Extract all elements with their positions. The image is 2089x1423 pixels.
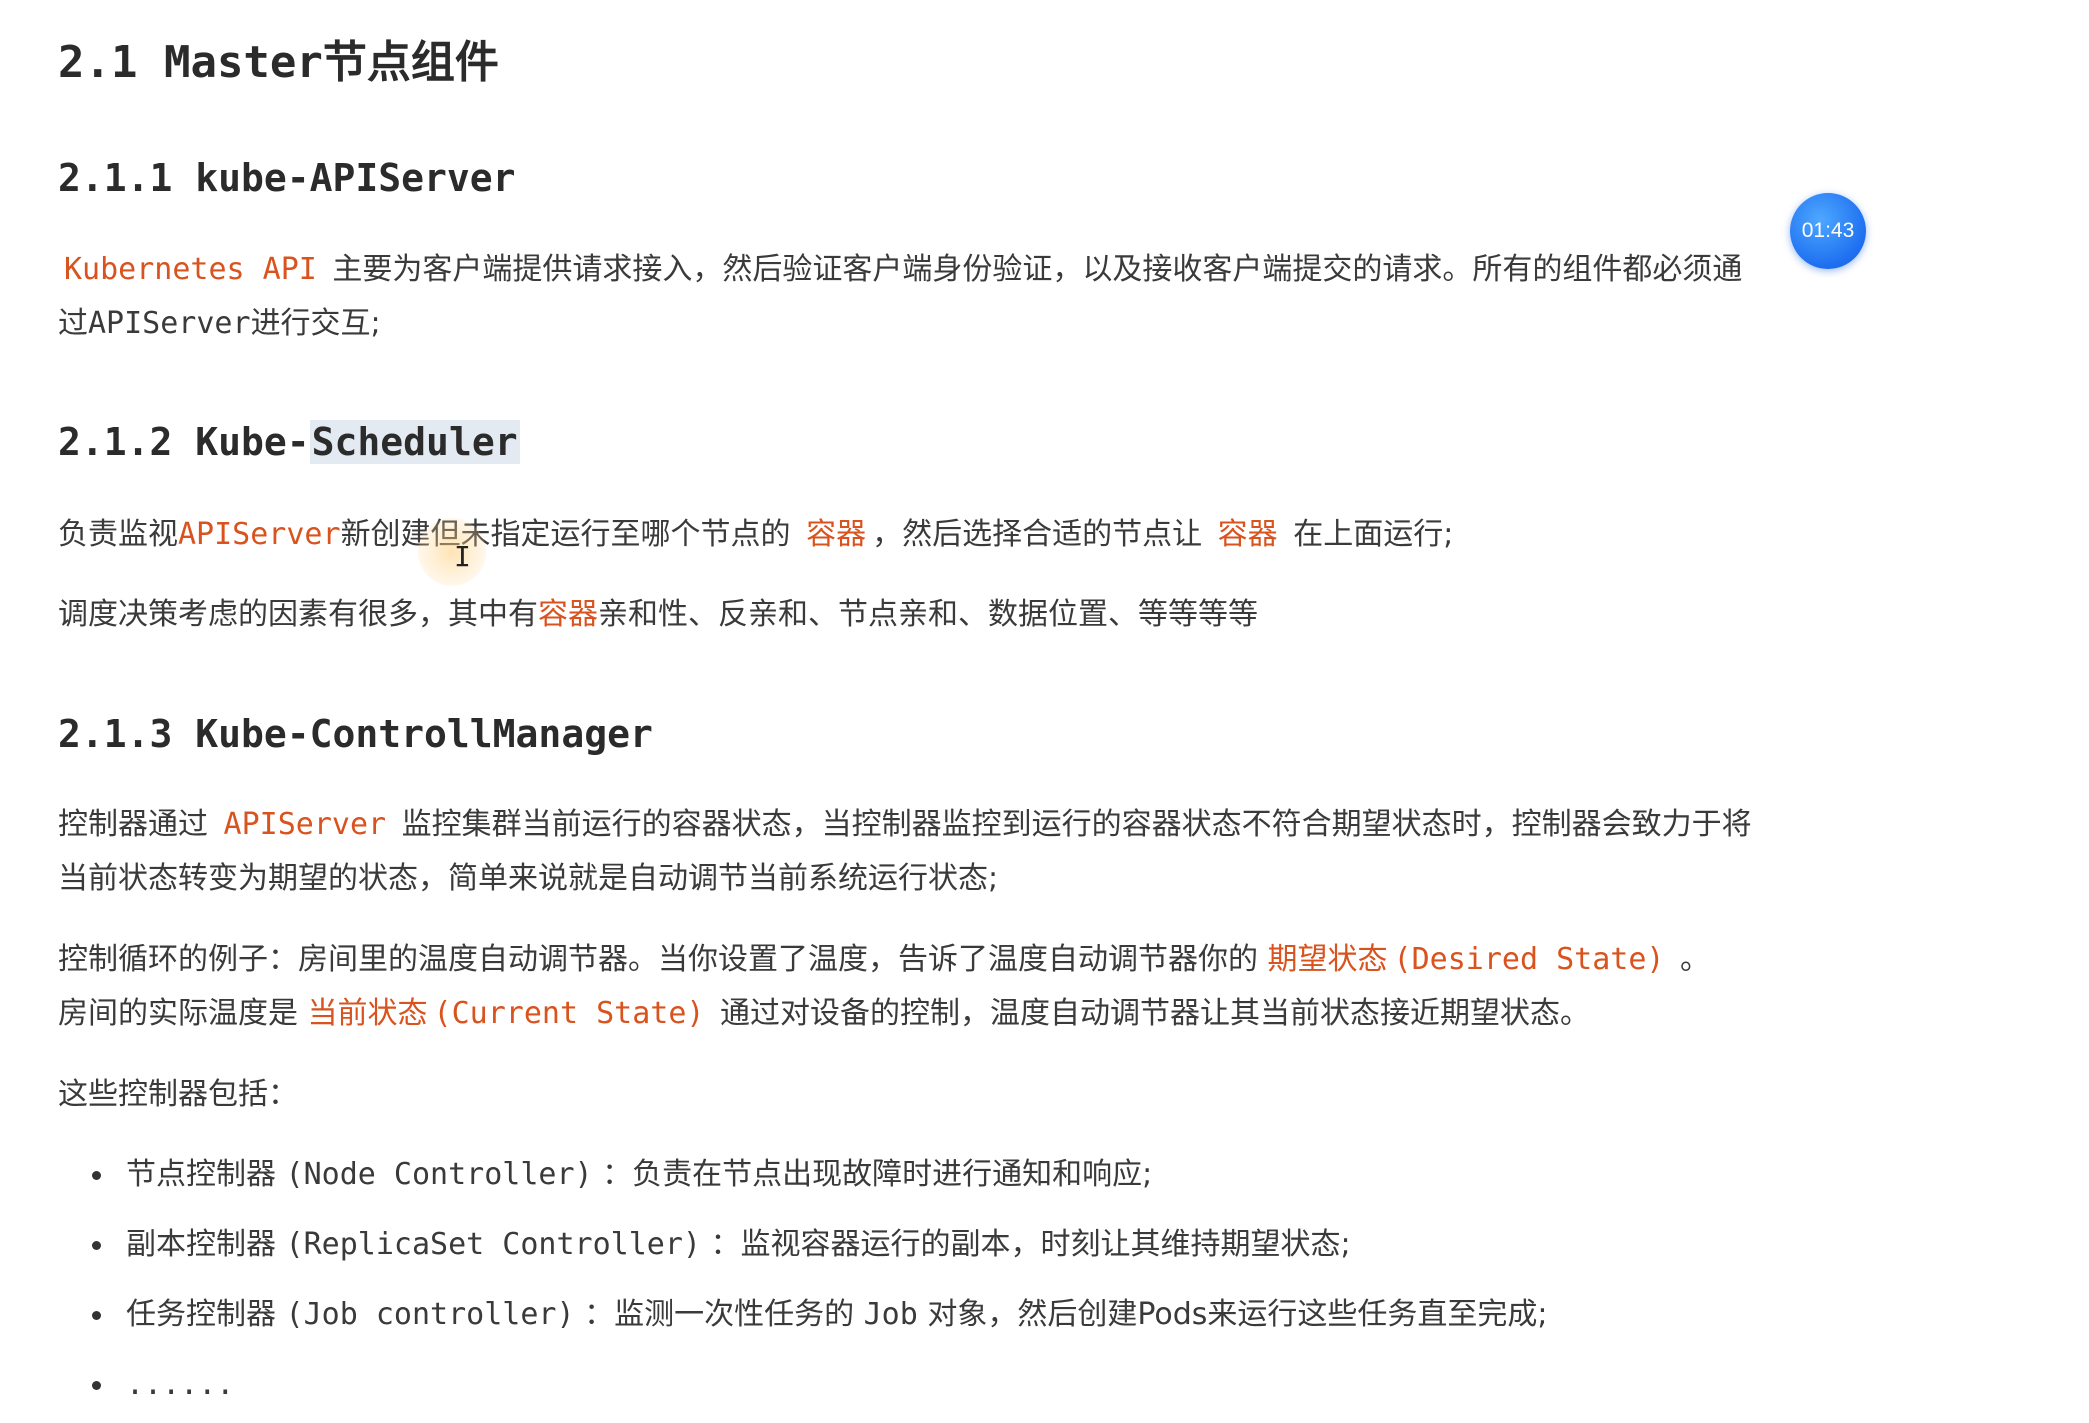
apiserver-line2-code: APIServer [88, 306, 251, 341]
list-item-desc-post: 对象，然后创建Pods来运行这些任务直至完成; [927, 1297, 1548, 1332]
recording-timer-badge[interactable]: 01:43 [1790, 193, 1866, 269]
controller-para2-pre: 控制循环的例子：房间里的温度自动调节器。当你设置了温度，告诉了温度自动调节器你的 [58, 942, 1258, 977]
list-item: 副本控制器 (ReplicaSet Controller) ：监视容器运行的副本… [58, 1210, 1548, 1280]
code-apiserver-2: APIServer [223, 807, 387, 842]
accent-current-state: 当前状态 [307, 996, 428, 1031]
controller-para1-post: 监控集群当前运行的容器状态，当控制器监控到运行的容器状态不符合期望状态时，控制器… [401, 807, 1752, 842]
bullet-dot [92, 1171, 101, 1180]
controller-list: 节点控制器 (Node Controller) ：负责在节点出现故障时进行通知和… [58, 1140, 1548, 1420]
apiserver-desc-text: 主要为客户端提供请求接入，然后验证客户端身份验证，以及接收客户端提交的请求。所有… [332, 252, 1743, 287]
list-item-ellipsis: ...... [126, 1367, 235, 1402]
scheduler-line1-pre: 负责监视 [58, 517, 178, 552]
accent-desired-state: 期望状态 [1267, 942, 1388, 977]
apiserver-desc-line2: 过APIServer进行交互; [58, 297, 381, 351]
scheduler-line2-post: 亲和性、反亲和、节点亲和、数据位置、等等等等 [598, 597, 1258, 632]
bullet-dot [92, 1381, 101, 1390]
list-item: ...... [58, 1350, 1548, 1420]
bullet-dot [92, 1311, 101, 1320]
code-apiserver: APIServer [178, 517, 341, 552]
bullet-dot [92, 1241, 101, 1250]
controller-para1-line1: 控制器通过 APIServer 监控集群当前运行的容器状态，当控制器监控到运行的… [58, 798, 1752, 852]
heading-controller-manager: 2.1.3 Kube-ControllManager [58, 712, 653, 756]
code-desired-state: (Desired State) [1393, 942, 1665, 977]
list-item-desc-pre: ：监测一次性任务的 [584, 1297, 855, 1332]
list-item: 节点控制器 (Node Controller) ：负责在节点出现故障时进行通知和… [58, 1140, 1548, 1210]
heading-scheduler-prefix: 2.1.2 Kube- [58, 420, 310, 464]
controller-para3: 这些控制器包括： [58, 1077, 298, 1112]
controller-para2-line2-post: 通过对设备的控制，温度自动调节器让其当前状态接近期望状态。 [720, 996, 1591, 1031]
list-item-code: (Job controller) [285, 1297, 575, 1332]
scheduler-desc-line2: 调度决策考虑的因素有很多，其中有容器亲和性、反亲和、节点亲和、数据位置、等等等等 [58, 588, 1258, 642]
scheduler-line1-mid2: ，然后选择合适的节点让 [872, 517, 1203, 552]
apiserver-desc-line1: Kubernetes API 主要为客户端提供请求接入，然后验证客户端身份验证，… [58, 243, 1742, 297]
list-item-code: (Node Controller) [285, 1157, 593, 1192]
code-container-1: 容器 [806, 517, 867, 552]
scheduler-desc-line1: 负责监视APIServer新创建但未指定运行至哪个节点的 容器 ，然后选择合适的节… [58, 508, 1453, 562]
section-heading-master: 2.1 Master节点组件 [58, 37, 499, 88]
list-item-name: 副本控制器 [126, 1227, 276, 1262]
controller-para1-line2: 当前状态转变为期望的状态，简单来说就是自动调节当前系统运行状态; [58, 861, 999, 896]
list-item: 任务控制器 (Job controller) ：监测一次性任务的 Job 对象，… [58, 1280, 1548, 1350]
scheduler-line1-mid: 新创建但未指定运行至哪个节点的 [340, 517, 791, 552]
code-kubernetes-api: Kubernetes API [64, 252, 317, 287]
code-container-2: 容器 [1217, 517, 1278, 552]
list-item-name: 节点控制器 [126, 1157, 276, 1192]
controller-para2-line2-pre: 房间的实际温度是 [58, 996, 298, 1031]
list-item-desc: ：负责在节点出现故障时进行通知和响应; [602, 1157, 1153, 1192]
heading-scheduler-highlight: Scheduler [309, 420, 520, 464]
apiserver-line2-pre: 过 [58, 306, 88, 341]
scheduler-line2-pre: 调度决策考虑的因素有很多，其中有 [58, 597, 538, 632]
list-item-code: (ReplicaSet Controller) [285, 1227, 701, 1262]
scheduler-line1-post: 在上面运行; [1293, 517, 1454, 552]
list-item-desc-code: Job [863, 1297, 918, 1332]
heading-apiserver: 2.1.1 kube-APIServer [58, 156, 516, 200]
accent-container: 容器 [538, 597, 598, 632]
apiserver-line2-post: 进行交互; [250, 306, 381, 341]
code-current-state: (Current State) [433, 996, 705, 1031]
list-item-name: 任务控制器 [126, 1297, 276, 1332]
controller-para1-pre: 控制器通过 [58, 807, 208, 842]
controller-para2-post: 。 [1680, 942, 1711, 977]
heading-scheduler: 2.1.2 Kube-Scheduler [58, 420, 520, 464]
controller-para2-line1: 控制循环的例子：房间里的温度自动调节器。当你设置了温度，告诉了温度自动调节器你的… [58, 933, 1710, 987]
list-item-desc: ：监视容器运行的副本，时刻让其维持期望状态; [710, 1227, 1351, 1262]
controller-para2-line2: 房间的实际温度是 当前状态 (Current State) 通过对设备的控制，温度… [58, 987, 1590, 1041]
